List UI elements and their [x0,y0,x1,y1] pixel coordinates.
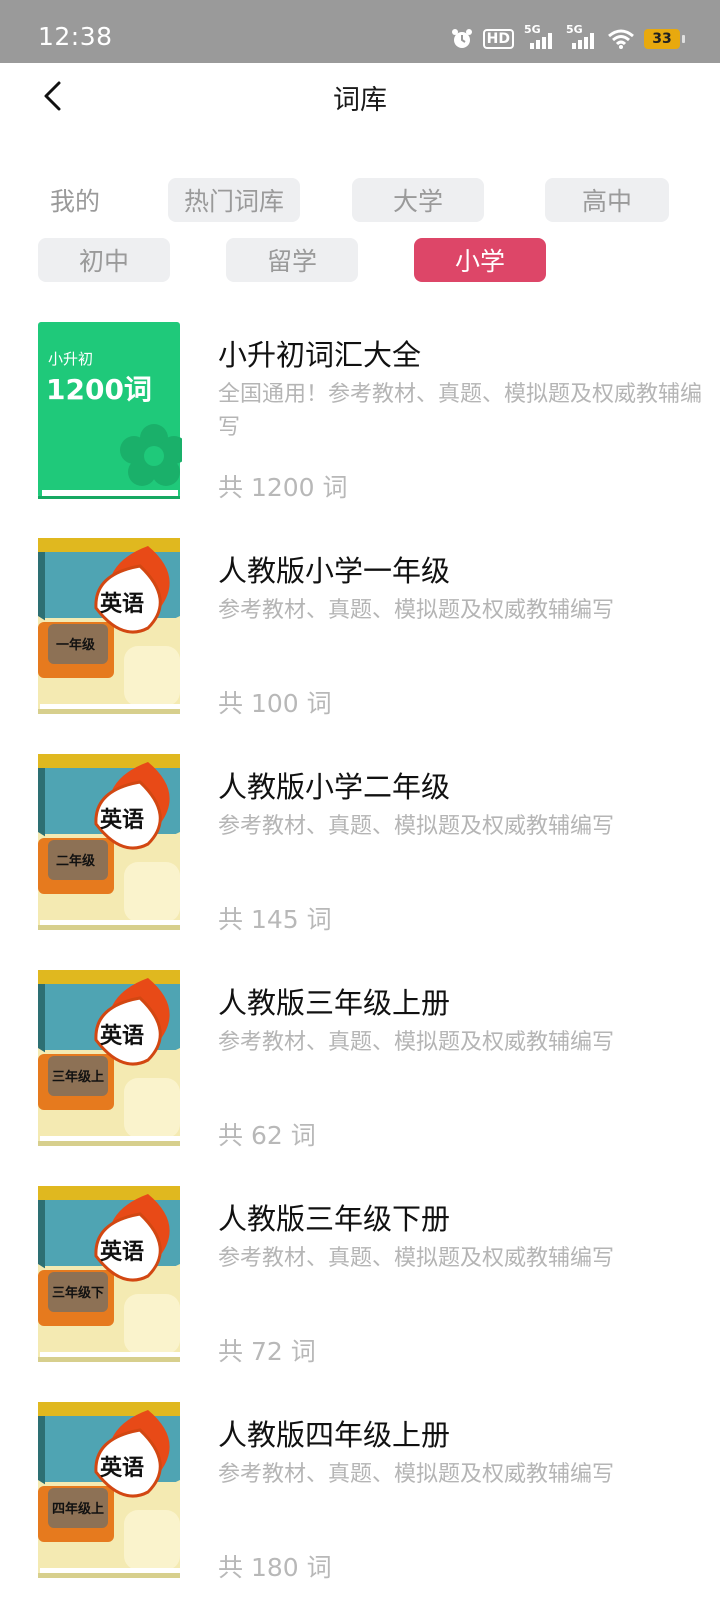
book-title: 人教版三年级上册 [218,986,451,1020]
hd-voice-icon: HD [482,29,514,49]
tab-study-abroad[interactable]: 留学 [226,238,358,282]
cover-small-text: 小升初 [48,350,94,368]
book-word-count: 共 62 词 [218,1121,316,1150]
book-item[interactable]: 英语 一年级 人教版小学一年级 参考教材、真题、模拟题及权威教辅编写 共 100… [0,538,720,754]
book-item[interactable]: 英语 三年级下 人教版三年级下册 参考教材、真题、模拟题及权威教辅编写 共 72… [0,1186,720,1402]
battery-level: 33 [652,31,672,47]
status-time: 12:38 [38,22,113,51]
book-item[interactable]: 英语 四年级上 人教版四年级上册 参考教材、真题、模拟题及权威教辅编写 共 18… [0,1402,720,1600]
cover-grade: 三年级上 [52,1070,105,1085]
cover-grade: 一年级 [56,638,96,653]
signal-icon: 5G [566,23,598,51]
book-cover: 小升初 1200词 [38,322,188,500]
tab-university[interactable]: 大学 [352,178,484,222]
battery-icon: 33 [644,29,685,49]
cover-grade: 二年级 [56,854,96,869]
book-description: 参考教材、真题、模拟题及权威教辅编写 [218,1246,615,1271]
tab-mine[interactable]: 我的 [50,178,140,222]
book-word-count: 共 1200 词 [218,473,348,502]
cover-grade: 三年级下 [52,1286,105,1301]
alarm-icon [451,29,472,48]
book-title: 人教版小学一年级 [218,554,451,588]
tab-popular[interactable]: 热门词库 [168,178,300,222]
tab-middle-school[interactable]: 初中 [38,238,170,282]
wifi-icon [608,29,634,49]
book-title: 人教版小学二年级 [218,770,451,804]
cover-badge: 英语 [100,1455,145,1481]
cover-badge: 英语 [100,1023,145,1049]
cover-big-text: 1200词 [46,373,152,406]
book-item[interactable]: 英语 三年级上 人教版三年级上册 参考教材、真题、模拟题及权威教辅编写 共 62… [0,970,720,1186]
book-item[interactable]: 小升初 1200词 小升初词汇大全 全国通用！参考教材、真题、模拟题及权威教辅编… [0,322,720,538]
cover-badge: 英语 [100,807,145,833]
book-description: 参考教材、真题、模拟题及权威教辅编写 [218,1030,615,1055]
book-description: 全国通用！参考教材、真题、模拟题及权威教辅编写 [218,382,703,440]
book-description: 参考教材、真题、模拟题及权威教辅编写 [218,814,615,839]
book-word-count: 共 145 词 [218,905,332,934]
cover-badge: 英语 [100,591,145,617]
book-description: 参考教材、真题、模拟题及权威教辅编写 [218,598,615,623]
book-word-count: 共 100 词 [218,689,332,718]
tab-primary-school[interactable]: 小学 [414,238,546,282]
cover-grade: 四年级上 [52,1502,105,1517]
book-item[interactable]: 英语 二年级 人教版小学二年级 参考教材、真题、模拟题及权威教辅编写 共 145… [0,754,720,970]
book-title: 人教版三年级下册 [218,1202,451,1236]
book-cover: 英语 三年级上 [38,970,182,1148]
book-cover: 英语 二年级 [38,754,182,932]
book-title: 小升初词汇大全 [218,338,422,372]
book-cover: 英语 一年级 [38,538,182,716]
book-cover: 英语 四年级上 [38,1402,182,1580]
status-icons: HD 5G 5G 33 [451,23,685,54]
cover-badge: 英语 [100,1239,145,1265]
book-description: 参考教材、真题、模拟题及权威教辅编写 [218,1462,615,1487]
book-title: 人教版四年级上册 [218,1418,451,1452]
status-bar: 12:38 HD 5G 5G 33 [0,0,720,63]
book-word-count: 共 72 词 [218,1337,316,1366]
book-cover: 英语 三年级下 [38,1186,182,1364]
page-title: 词库 [333,85,387,116]
book-word-count: 共 180 词 [218,1553,332,1582]
signal-icon: 5G [524,23,556,51]
tab-high-school[interactable]: 高中 [545,178,669,222]
